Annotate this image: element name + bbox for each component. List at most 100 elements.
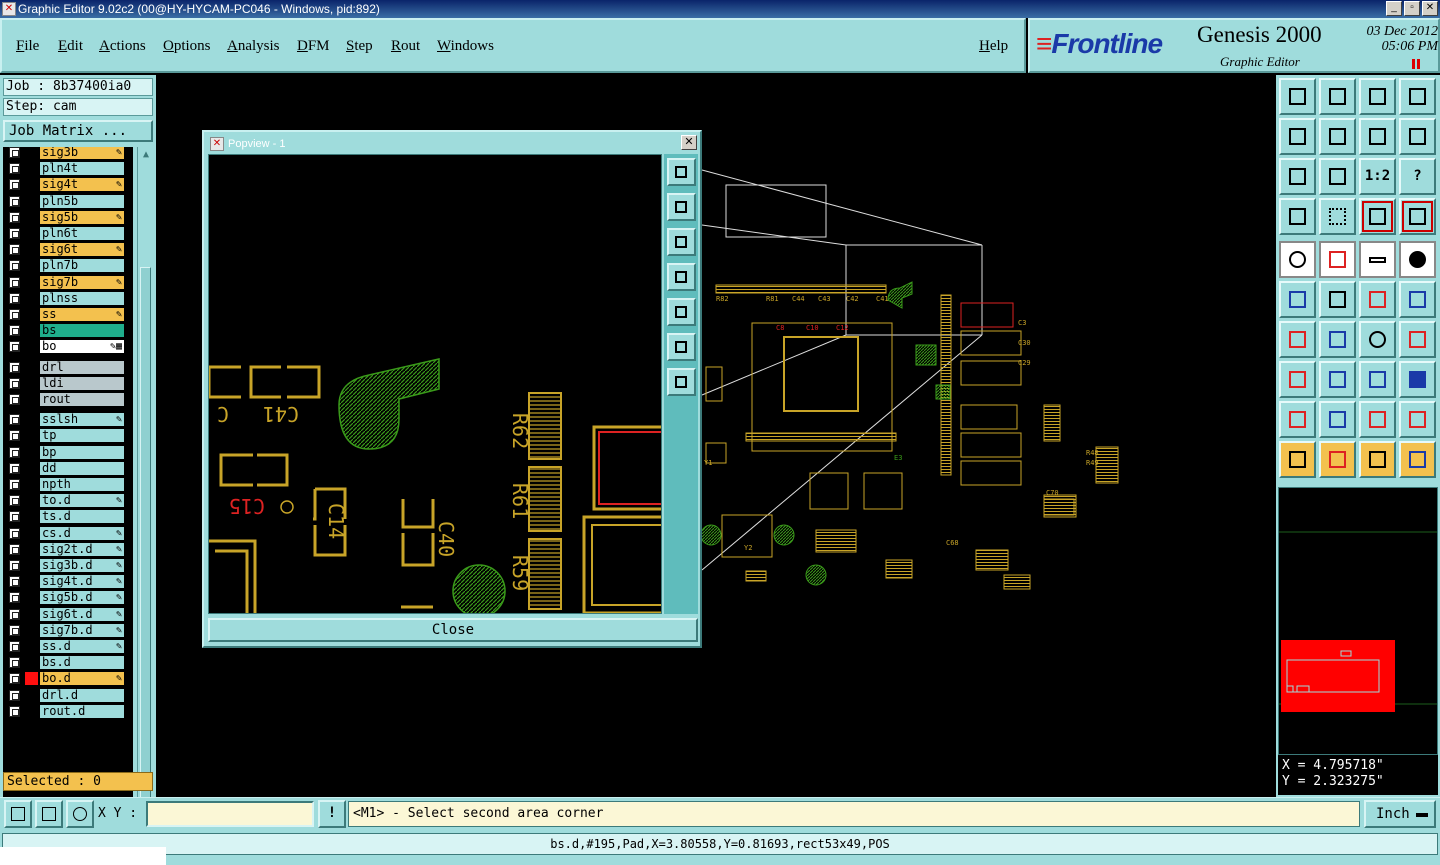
fill-shape-icon[interactable] (1399, 361, 1436, 398)
move-point-alt-icon[interactable] (1399, 281, 1436, 318)
layer-checkbox[interactable] (9, 377, 20, 389)
layer-row-drl[interactable]: drl (3, 360, 133, 375)
measure-tool-icon[interactable] (4, 800, 32, 828)
menu-options[interactable]: Options (163, 38, 211, 55)
pad-mode-icon[interactable] (1399, 241, 1436, 278)
layer-checkbox[interactable] (9, 260, 20, 272)
layer-name[interactable]: sig5b.d ✎ (40, 591, 124, 605)
layer-row-sig7b[interactable]: sig7b ✎ (3, 275, 133, 290)
layer-checkbox[interactable] (9, 527, 20, 539)
layer-row-ts-d[interactable]: ts.d (3, 509, 133, 524)
layer-checkbox[interactable] (9, 689, 20, 701)
split-line-icon[interactable] (1319, 361, 1356, 398)
layer-row-sig7b-d[interactable]: sig7b.d ✎ (3, 623, 133, 638)
menu-help[interactable]: Help (979, 38, 1008, 55)
layer-name[interactable]: drl (40, 360, 124, 374)
job-matrix-button[interactable]: Job Matrix ... (3, 120, 153, 142)
layer-name[interactable]: bp (40, 445, 124, 459)
cross-icon[interactable] (1319, 281, 1356, 318)
query-button[interactable]: ? (1399, 158, 1436, 195)
triangle-up-icon[interactable] (1359, 401, 1396, 438)
layer-row-ldi[interactable]: ldi (3, 376, 133, 391)
menu-analysis[interactable]: Analysis (227, 38, 280, 55)
select-net-icon[interactable] (1399, 441, 1436, 478)
layer-row-bo[interactable]: bo ✎▦ (3, 339, 133, 354)
layer-checkbox[interactable] (9, 673, 20, 685)
popview-zoom-fit-icon[interactable] (667, 158, 696, 186)
layer-name[interactable]: pln4t (40, 162, 124, 176)
layer-checkbox[interactable] (9, 462, 20, 474)
layer-row-rout[interactable]: rout (3, 392, 133, 407)
layer-checkbox[interactable] (9, 394, 20, 405)
layer-row-ss[interactable]: ss ✎ (3, 307, 133, 322)
ruler-icon[interactable] (1359, 241, 1396, 278)
menu-file[interactable]: File (16, 38, 39, 55)
layer-checkbox[interactable] (9, 292, 20, 304)
minimize-button[interactable]: _ (1386, 1, 1402, 16)
close-window-button[interactable]: ✕ (1422, 1, 1438, 16)
layer-row-pln4t[interactable]: pln4t (3, 161, 133, 176)
layer-checkbox[interactable] (9, 309, 20, 320)
redraw-icon[interactable] (1399, 118, 1436, 155)
layer-row-sig5b[interactable]: sig5b ✎ (3, 210, 133, 225)
layer-name[interactable]: sig7b ✎ (40, 275, 124, 289)
layer-checkbox[interactable] (9, 592, 20, 604)
undo-zoom-icon[interactable] (1359, 118, 1396, 155)
popview-pan-down-icon[interactable] (667, 228, 696, 256)
home-icon[interactable] (1359, 78, 1396, 115)
menu-rout[interactable]: Rout (391, 38, 420, 55)
scroll-thumb[interactable] (140, 267, 151, 807)
menu-step[interactable]: Step (346, 38, 373, 55)
layer-name[interactable]: npth (40, 478, 124, 491)
layer-row-drl-d[interactable]: drl.d (3, 688, 133, 703)
units-select[interactable]: Inch (1364, 800, 1436, 828)
layer-name[interactable]: sig6t ✎ (40, 243, 124, 257)
layer-checkbox[interactable] (9, 657, 20, 669)
pan-right-icon[interactable] (1319, 118, 1356, 155)
menu-dfm[interactable]: DFM (297, 38, 330, 55)
popview-pan-left-icon[interactable] (667, 263, 696, 291)
layer-checkbox[interactable] (9, 341, 20, 353)
grid-icon[interactable] (1319, 198, 1356, 235)
net-connect-icon[interactable] (1399, 198, 1436, 235)
layer-name[interactable]: tp (40, 429, 124, 443)
net-highlight-icon[interactable] (1359, 198, 1396, 235)
layer-name[interactable]: rout (40, 393, 124, 406)
layer-row-pln5b[interactable]: pln5b (3, 194, 133, 209)
add-feature-icon[interactable] (1279, 241, 1316, 278)
layer-name[interactable]: sig7b.d ✎ (40, 623, 124, 637)
snap-settings-icon[interactable] (1279, 198, 1316, 235)
layer-name[interactable]: to.d ✎ (40, 494, 124, 508)
layer-row-sig3b-d[interactable]: sig3b.d ✎ (3, 558, 133, 573)
layer-checkbox[interactable] (9, 276, 20, 288)
layer-checkbox[interactable] (9, 543, 20, 555)
layer-checkbox[interactable] (9, 560, 20, 571)
layer-name[interactable]: sig2t.d ✎ (40, 542, 124, 556)
scroll-up-icon[interactable]: ▲ (139, 149, 153, 161)
layer-row-bs[interactable]: bs (3, 323, 133, 338)
layer-row-to-d[interactable]: to.d ✎ (3, 493, 133, 508)
measure-icon[interactable] (1359, 361, 1396, 398)
layer-name[interactable]: sig4t ✎ (40, 178, 124, 192)
layer-row-sig6t[interactable]: sig6t ✎ (3, 242, 133, 257)
zoom-ratio-button[interactable]: 1:2 (1359, 158, 1396, 195)
menu-windows[interactable]: Windows (437, 38, 494, 55)
layer-checkbox[interactable] (9, 495, 20, 507)
layer-name[interactable]: dd (40, 461, 124, 475)
layer-row-rout-d[interactable]: rout.d (3, 704, 133, 719)
layer-name[interactable]: sslsh ✎ (40, 413, 124, 427)
flip-icon[interactable] (1399, 321, 1436, 358)
select-arrow-icon[interactable] (1279, 441, 1316, 478)
snap-tool-icon[interactable] (35, 800, 63, 828)
layer-checkbox[interactable] (9, 244, 20, 256)
connect-nodes-icon[interactable] (1279, 281, 1316, 318)
select-box-icon[interactable] (1319, 441, 1356, 478)
popview-pan-up-icon[interactable] (667, 193, 696, 221)
layer-name[interactable]: sig4t.d ✎ (40, 575, 124, 589)
layer-row-pln7b[interactable]: pln7b (3, 258, 133, 273)
layer-checkbox[interactable] (9, 576, 20, 588)
layer-checkbox[interactable] (9, 414, 20, 426)
layer-row-bp[interactable]: bp (3, 445, 133, 460)
layer-name[interactable]: bo ✎▦ (40, 340, 124, 354)
layer-row-cs-d[interactable]: cs.d ✎ (3, 526, 133, 541)
